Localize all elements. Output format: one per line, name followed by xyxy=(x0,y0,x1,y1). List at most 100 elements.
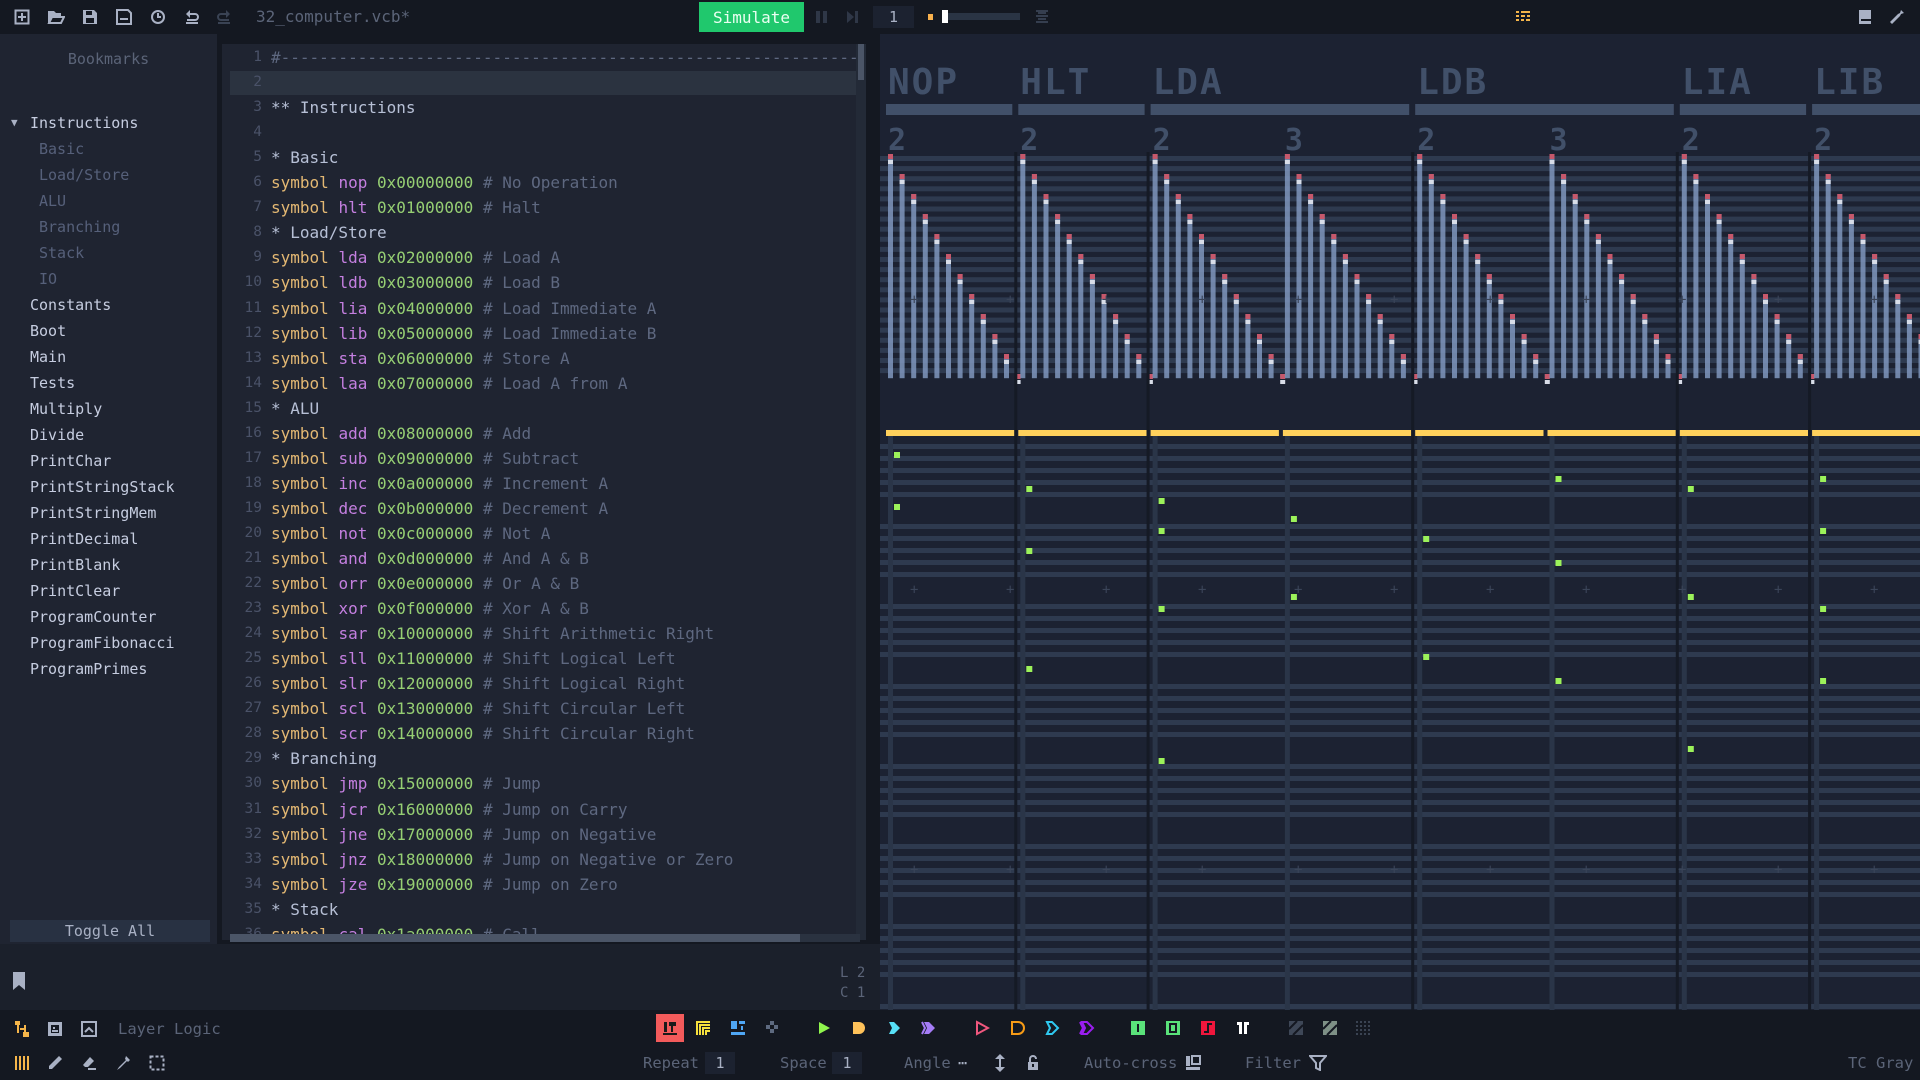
cross-tool-icon[interactable] xyxy=(761,1017,783,1039)
angle-value[interactable]: ⋯ xyxy=(958,1054,967,1072)
speed-slider[interactable] xyxy=(928,10,1020,24)
code-line[interactable]: * Stack xyxy=(271,900,338,919)
book-icon[interactable] xyxy=(1855,7,1875,27)
filter-icon[interactable] xyxy=(1307,1052,1329,1074)
editor-vertical-scroll-thumb[interactable] xyxy=(858,44,864,80)
bookmark-item[interactable]: Multiply xyxy=(30,400,102,418)
code-line[interactable]: symbol orr 0x0e000000 # Or A & B xyxy=(271,574,579,593)
buffer-gate-icon[interactable] xyxy=(813,1017,835,1039)
bookmark-item[interactable]: PrintStringMem xyxy=(30,504,156,522)
bookmark-icon[interactable] xyxy=(12,972,26,990)
code-line[interactable]: symbol jze 0x19000000 # Jump on Zero xyxy=(271,875,618,894)
code-line[interactable]: symbol sar 0x10000000 # Shift Arithmetic… xyxy=(271,624,714,643)
history-icon[interactable] xyxy=(148,7,168,27)
code-line[interactable]: symbol jcr 0x16000000 # Jump on Carry xyxy=(271,800,627,819)
or-gate-icon[interactable] xyxy=(883,1017,905,1039)
space-input[interactable]: 1 xyxy=(832,1052,862,1074)
editor-horizontal-scroll-thumb[interactable] xyxy=(230,934,800,942)
code-line[interactable]: symbol add 0x08000000 # Add xyxy=(271,424,531,443)
deco-layer-icon[interactable] xyxy=(78,1018,100,1040)
code-line[interactable]: ** Instructions xyxy=(271,98,416,117)
editor-vertical-scrollbar[interactable] xyxy=(856,44,866,940)
bookmark-item[interactable]: Load/Store xyxy=(39,166,129,184)
bookmark-item[interactable]: PrintStringStack xyxy=(30,478,175,496)
mesh-icon[interactable] xyxy=(1352,1017,1374,1039)
code-line[interactable]: symbol sta 0x06000000 # Store A xyxy=(271,349,570,368)
bookmark-item[interactable]: Main xyxy=(30,348,66,366)
led-icon[interactable] xyxy=(1232,1017,1254,1039)
code-line[interactable]: symbol and 0x0d000000 # And A & B xyxy=(271,549,589,568)
code-line[interactable]: symbol sub 0x09000000 # Subtract xyxy=(271,449,579,468)
code-line[interactable]: symbol ldb 0x03000000 # Load B xyxy=(271,273,560,292)
code-line[interactable]: symbol not 0x0c000000 # Not A xyxy=(271,524,550,543)
speed-slider-track[interactable] xyxy=(942,13,1020,20)
code-line[interactable]: symbol inc 0x0a000000 # Increment A xyxy=(271,474,608,493)
bookmark-item[interactable]: ProgramCounter xyxy=(30,608,156,626)
code-line[interactable]: symbol lia 0x04000000 # Load Immediate A xyxy=(271,299,656,318)
save-as-icon[interactable] xyxy=(114,7,134,27)
bookmark-item[interactable]: ProgramFibonacci xyxy=(30,634,175,652)
repeat-input[interactable]: 1 xyxy=(705,1052,735,1074)
code-line[interactable]: * Load/Store xyxy=(271,223,387,242)
circuit-canvas[interactable]: NOP 2 HLT 2 LDA 2 3 LDB 2 3 LIA 2 LIB 2 + + + + + + + + + + + + + +… xyxy=(880,34,1920,1010)
palette-label[interactable]: TC Gray xyxy=(1848,1054,1913,1072)
annotation-icon[interactable] xyxy=(1319,1017,1341,1039)
code-line[interactable]: symbol scr 0x14000000 # Shift Circular R… xyxy=(271,724,695,743)
bus-tool-icon[interactable] xyxy=(692,1017,714,1039)
eraser-icon[interactable] xyxy=(78,1052,100,1074)
latch-off-icon[interactable] xyxy=(1162,1017,1184,1039)
nor-gate-icon[interactable] xyxy=(1041,1017,1063,1039)
bookmark-item[interactable]: ProgramPrimes xyxy=(30,660,147,678)
grid-menu-icon[interactable] xyxy=(1513,7,1533,27)
tick-count-input[interactable]: 1 xyxy=(873,6,914,28)
code-line[interactable]: * Basic xyxy=(271,148,338,167)
xnor-gate-icon[interactable] xyxy=(1076,1017,1098,1039)
undo-icon[interactable] xyxy=(182,7,202,27)
xor-gate-icon[interactable] xyxy=(918,1017,940,1039)
latch-on-icon[interactable] xyxy=(1127,1017,1149,1039)
code-line[interactable]: symbol lib 0x05000000 # Load Immediate B xyxy=(271,324,656,343)
code-line[interactable]: symbol scl 0x13000000 # Shift Circular L… xyxy=(271,699,685,718)
code-line[interactable]: symbol xor 0x0f000000 # Xor A & B xyxy=(271,599,589,618)
toggle-all-button[interactable]: Toggle All xyxy=(10,920,210,942)
flip-vertical-icon[interactable] xyxy=(989,1052,1011,1074)
code-line[interactable]: symbol sll 0x11000000 # Shift Logical Le… xyxy=(271,649,676,668)
open-folder-icon[interactable] xyxy=(46,7,66,27)
layers-icon[interactable] xyxy=(1032,7,1052,27)
code-line[interactable]: * Branching xyxy=(271,749,377,768)
simulate-button[interactable]: Simulate xyxy=(699,2,804,32)
code-line[interactable]: symbol slr 0x12000000 # Shift Logical Ri… xyxy=(271,674,685,693)
logic-layer-icon[interactable] xyxy=(44,1018,66,1040)
bookmark-item[interactable]: PrintChar xyxy=(30,452,111,470)
bookmark-item[interactable]: PrintDecimal xyxy=(30,530,138,548)
redo-icon[interactable] xyxy=(214,7,234,27)
bookmark-item[interactable]: ALU xyxy=(39,192,66,210)
bookmark-item[interactable]: Boot xyxy=(30,322,66,340)
register-tool-icon[interactable] xyxy=(727,1017,749,1039)
step-icon[interactable] xyxy=(843,7,863,27)
code-line[interactable]: symbol hlt 0x01000000 # Halt xyxy=(271,198,541,217)
bookmark-item[interactable]: Stack xyxy=(39,244,84,262)
select-icon[interactable] xyxy=(146,1052,168,1074)
code-line[interactable]: #---------------------------------------… xyxy=(271,48,864,67)
chevron-down-icon[interactable]: ▼ xyxy=(11,116,18,129)
code-line[interactable]: symbol jnz 0x18000000 # Jump on Negative… xyxy=(271,850,733,869)
bookmark-item[interactable]: Constants xyxy=(30,296,111,314)
code-line[interactable]: symbol laa 0x07000000 # Load A from A xyxy=(271,374,627,393)
code-line[interactable]: symbol jmp 0x15000000 # Jump xyxy=(271,774,541,793)
code-line[interactable]: symbol jne 0x17000000 # Jump on Negative xyxy=(271,825,656,844)
filler-icon[interactable] xyxy=(1285,1017,1307,1039)
code-line[interactable]: symbol nop 0x00000000 # No Operation xyxy=(271,173,618,192)
pencil-icon[interactable] xyxy=(44,1052,66,1074)
lock-icon[interactable] xyxy=(1022,1052,1044,1074)
bars-tool-icon[interactable] xyxy=(11,1052,33,1074)
bookmark-item[interactable]: Divide xyxy=(30,426,84,444)
bookmark-item[interactable]: Instructions ▼ xyxy=(11,114,138,132)
bookmark-item[interactable]: IO xyxy=(39,270,57,288)
bookmark-item[interactable]: Basic xyxy=(39,140,84,158)
bookmark-item[interactable]: PrintClear xyxy=(30,582,120,600)
not-gate-icon[interactable] xyxy=(971,1017,993,1039)
layer-swap-icon[interactable] xyxy=(11,1018,33,1040)
speed-slider-knob[interactable] xyxy=(942,10,949,23)
save-icon[interactable] xyxy=(80,7,100,27)
